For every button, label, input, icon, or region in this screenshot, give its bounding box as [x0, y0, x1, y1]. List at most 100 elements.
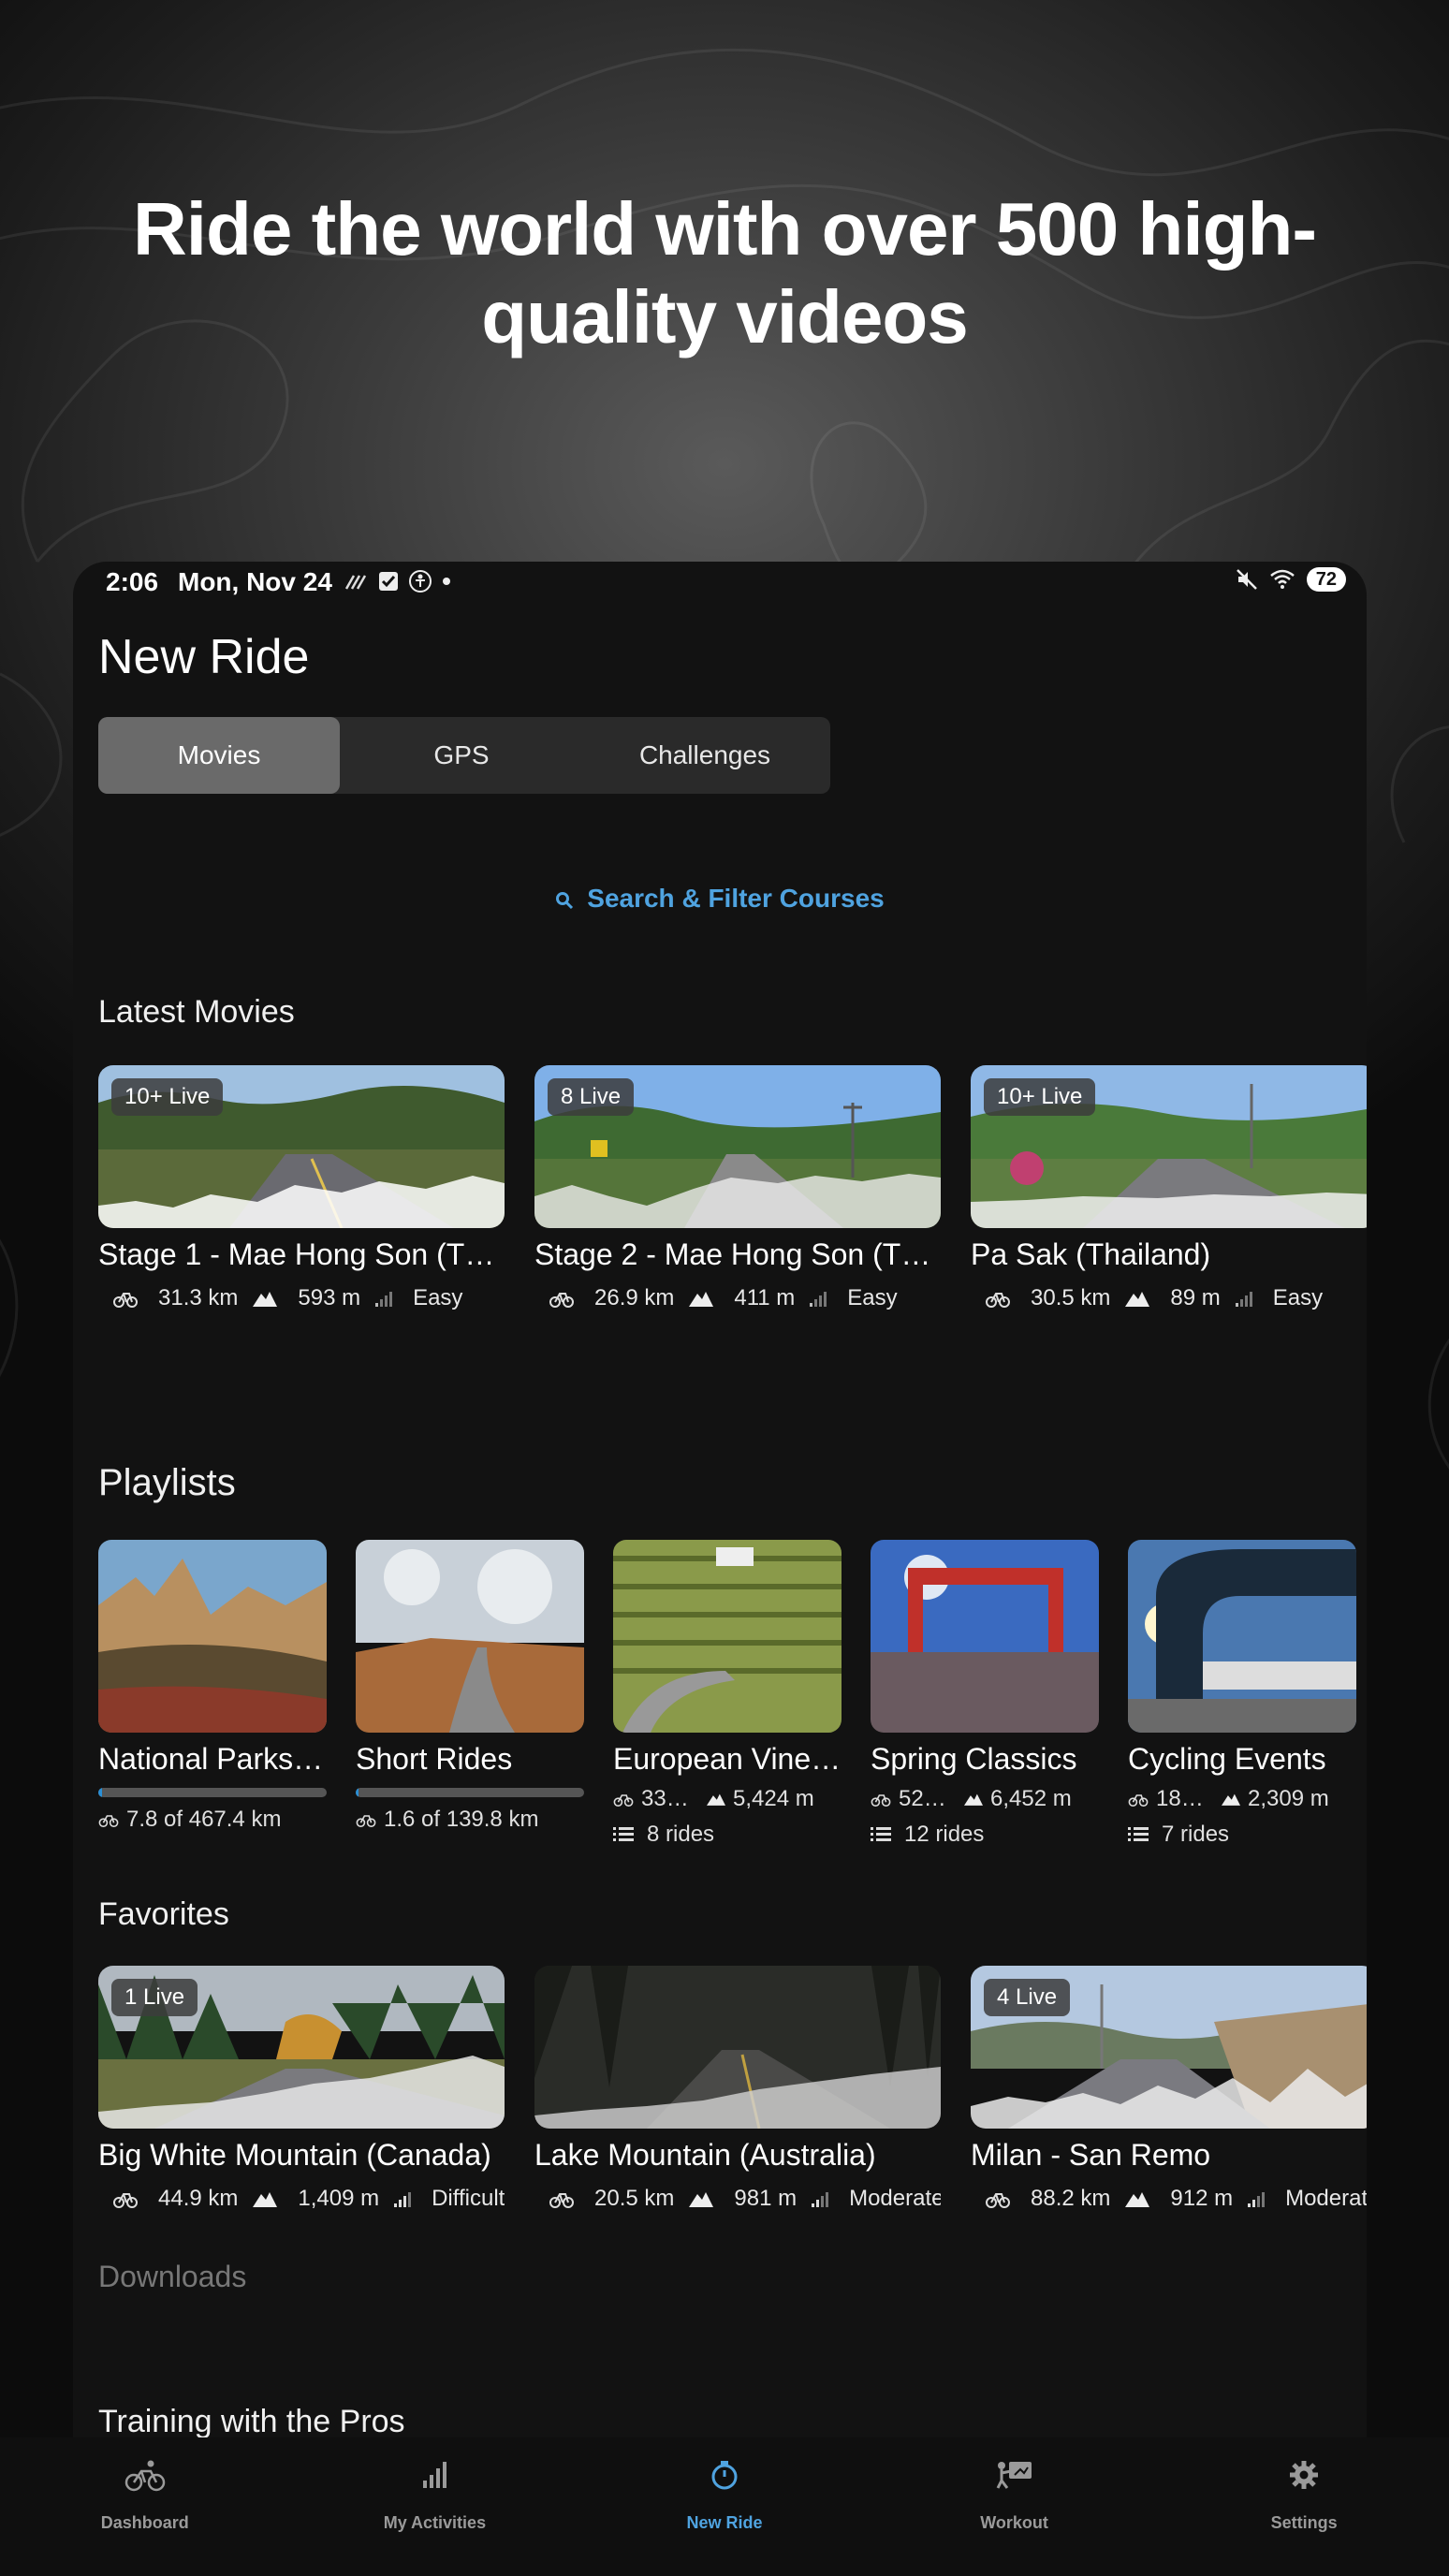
bike-icon: [98, 1815, 119, 1827]
section-downloads: Downloads: [98, 2260, 247, 2293]
playlist-rides: 8 rides: [613, 1822, 842, 1848]
movie-stats: 26.9 km 411 m Easy: [534, 1285, 941, 1311]
bike-icon: [549, 1289, 574, 1308]
bike-icon: [113, 1289, 138, 1308]
playlists-row: National Parks of the USA 7.8 of 467.4 k…: [98, 1540, 1356, 1848]
favorite-stats: 88.2 km 912 m Moderate: [971, 2186, 1367, 2212]
favorite-thumbnail: 1 Live: [98, 1966, 505, 2129]
tab-gps[interactable]: GPS: [340, 717, 583, 794]
favorite-distance: 44.9 km: [158, 2186, 239, 2211]
status-system-icons: 72: [1236, 567, 1346, 592]
favorite-elevation: 912 m: [1170, 2186, 1234, 2211]
nav-new-ride[interactable]: New Ride: [579, 2437, 870, 2576]
favorite-card[interactable]: 4 Live Milan - San Remo 88.2 km 912 m Mo…: [971, 1966, 1367, 2212]
movie-distance: 26.9 km: [594, 1285, 675, 1310]
playlist-stats: 522.8 km 6,452 m: [871, 1786, 1099, 1812]
search-filter-button[interactable]: Search & Filter Courses: [73, 880, 1367, 917]
playlist-rides: 7 rides: [1128, 1822, 1356, 1848]
movie-thumbnail: 8 Live: [534, 1065, 941, 1228]
tab-movies[interactable]: Movies: [98, 717, 340, 794]
playlist-rides: 12 rides: [871, 1822, 1099, 1848]
workout-icon: [996, 2462, 1032, 2489]
live-badge: 10+ Live: [984, 1078, 1096, 1116]
nav-settings[interactable]: Settings: [1159, 2437, 1449, 2576]
dot-icon: [443, 578, 450, 585]
status-bar: 2:06 Mon, Nov 24 72: [73, 562, 1367, 599]
bike-icon: [986, 1289, 1010, 1308]
list-icon: [613, 1827, 634, 1841]
movie-title: Stage 1 - Mae Hong Son (Thailand): [98, 1237, 505, 1271]
favorite-card[interactable]: 1 Live Big White Mountain (Canada) 44.9 …: [98, 1966, 505, 2212]
bike-icon: [113, 2189, 138, 2208]
movie-card[interactable]: 10+ Live Stage 1 - Mae Hong Son (Thailan…: [98, 1065, 505, 1311]
favorite-difficulty: Difficult: [432, 2186, 505, 2211]
battery-indicator: 72: [1306, 567, 1346, 592]
mute-icon: [1236, 569, 1257, 590]
playlist-card[interactable]: European Vineyards 336.9 km 5,424 m 8 ri…: [613, 1540, 842, 1848]
nav-workout[interactable]: Workout: [870, 2437, 1160, 2576]
playlist-progress-bar: [98, 1788, 327, 1797]
nav-dashboard[interactable]: Dashboard: [0, 2437, 290, 2576]
favorite-card[interactable]: Lake Mountain (Australia) 20.5 km 981 m …: [534, 1966, 941, 2212]
playlist-title: National Parks of the USA: [98, 1742, 327, 1776]
difficulty-bars-icon: [375, 1290, 393, 1307]
playlist-card[interactable]: Short Rides 1.6 of 139.8 km: [356, 1540, 584, 1848]
status-notification-icons: [344, 569, 451, 593]
movie-card[interactable]: 8 Live Stage 2 - Mae Hong Son (Thailand)…: [534, 1065, 941, 1311]
movie-elevation: 89 m: [1170, 1285, 1221, 1310]
playlist-card[interactable]: Spring Classics 522.8 km 6,452 m 12 ride…: [871, 1540, 1099, 1848]
movie-stats: 30.5 km 89 m Easy: [971, 1285, 1367, 1311]
playlist-card[interactable]: Cycling Events 185.5 km 2,309 m 7 rides: [1128, 1540, 1356, 1848]
movie-distance: 30.5 km: [1031, 1285, 1111, 1310]
search-filter-label: Search & Filter Courses: [587, 884, 885, 913]
latest-movies-row: 10+ Live Stage 1 - Mae Hong Son (Thailan…: [98, 1065, 1367, 1311]
page-title: New Ride: [98, 630, 310, 684]
mountain-icon: [689, 2190, 714, 2207]
movie-difficulty: Easy: [413, 1285, 463, 1310]
movie-difficulty: Easy: [847, 1285, 898, 1310]
section-training-with-pros: Training with the Pros: [98, 2404, 405, 2439]
movie-elevation: 593 m: [298, 1285, 361, 1310]
favorite-distance: 20.5 km: [594, 2186, 675, 2211]
tab-challenges[interactable]: Challenges: [583, 717, 827, 794]
mountain-icon: [253, 2190, 278, 2207]
movie-stats: 31.3 km 593 m Easy: [98, 1285, 505, 1311]
bike-icon: [549, 2189, 574, 2208]
bike-icon: [871, 1794, 891, 1807]
cyclist-icon: [124, 2460, 166, 2492]
movie-elevation: 411 m: [734, 1285, 796, 1310]
hero-headline: Ride the world with over 500 high-qualit…: [133, 187, 1317, 359]
mountain-icon: [707, 1793, 725, 1806]
mountain-icon: [964, 1793, 983, 1806]
stopwatch-icon: [711, 2461, 738, 2490]
favorite-difficulty: Moderate: [1285, 2186, 1367, 2211]
playlist-thumbnail: [1128, 1540, 1356, 1733]
favorite-title: Lake Mountain (Australia): [534, 2138, 876, 2172]
nav-my-activities[interactable]: My Activities: [290, 2437, 580, 2576]
bike-icon: [613, 1794, 634, 1807]
playlist-stats: 336.9 km 5,424 m: [613, 1786, 842, 1812]
favorite-difficulty: Moderate: [849, 2186, 941, 2211]
mountain-icon: [1222, 1793, 1240, 1806]
list-icon: [871, 1827, 891, 1841]
playlist-thumbnail: [871, 1540, 1099, 1733]
bike-icon: [986, 2189, 1010, 2208]
section-playlists: Playlists: [98, 1462, 236, 1503]
playlist-title: Short Rides: [356, 1742, 513, 1776]
playlist-thumbnail: [613, 1540, 842, 1733]
bar-chart-icon: [423, 2462, 447, 2488]
favorite-thumbnail: 4 Live: [971, 1966, 1367, 2129]
playlist-progress-text: 7.8 of 467.4 km: [98, 1807, 327, 1833]
list-icon: [1128, 1827, 1149, 1841]
favorite-title: Milan - San Remo: [971, 2138, 1211, 2172]
playlist-thumbnail: [356, 1540, 584, 1733]
playlist-title: European Vineyards: [613, 1742, 842, 1776]
movie-card[interactable]: 10+ Live Pa Sak (Thailand) 30.5 km 89 m …: [971, 1065, 1367, 1311]
difficulty-bars-icon: [812, 2190, 829, 2207]
playlist-progress-bar: [356, 1788, 584, 1797]
ride-type-tabs: Movies GPS Challenges: [98, 717, 830, 794]
playlist-card[interactable]: National Parks of the USA 7.8 of 467.4 k…: [98, 1540, 327, 1848]
live-badge: 8 Live: [548, 1078, 635, 1116]
gear-icon: [1290, 2461, 1319, 2489]
bike-icon: [356, 1815, 376, 1827]
